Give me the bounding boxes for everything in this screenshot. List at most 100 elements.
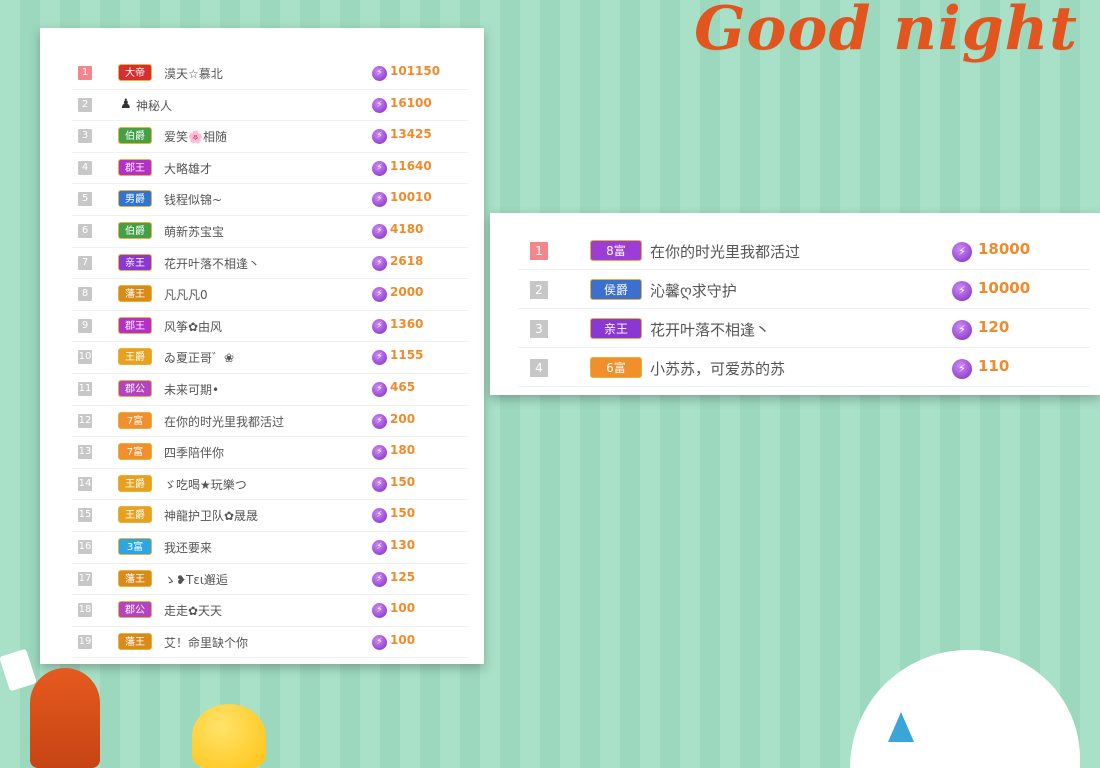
rank-number: 8 [78,287,92,302]
chick-illustration [192,704,266,768]
lightning-coin-icon: ⚡ [372,571,387,587]
score-value: 465 [390,379,416,394]
ranking-row[interactable]: 3 亲王 花开叶落不相逢丶 ⚡ 120 [518,309,1090,348]
rank-badge: 伯爵 [118,221,152,239]
rank-number: 2 [78,97,92,112]
ranking-row[interactable]: 18 郡公 走走✿天天 ⚡ 100 [72,595,468,627]
user-name[interactable]: 爱笑🌸相随 [164,128,227,145]
rank-badge: 亲王 [590,318,642,339]
rank-number: 12 [78,413,92,428]
rank-number: 1 [530,242,548,260]
rank-number: 4 [78,160,92,175]
score-value: 100 [390,632,416,647]
user-name[interactable]: 神秘人 [136,97,172,114]
ranking-row[interactable]: 2 ♟ 神秘人 ⚡ 16100 [72,90,468,122]
user-name[interactable]: 艾！命里缺个你 [164,634,248,651]
ranking-row[interactable]: 1 8富 在你的时光里我都活过 ⚡ 18000 [518,231,1090,270]
lightning-coin-icon: ⚡ [372,350,387,366]
user-name[interactable]: 钱程似锦~ [164,191,222,208]
ranking-row[interactable]: 6 伯爵 萌新苏宝宝 ⚡ 4180 [72,216,468,248]
ranking-row[interactable]: 5 男爵 钱程似锦~ ⚡ 10010 [72,184,468,216]
rank-number: 13 [78,445,92,460]
rank-badge: 郡公 [118,601,152,619]
score-value: 2000 [390,285,424,300]
rank-badge: 3富 [118,537,152,555]
score-value: 110 [978,357,1010,375]
ranking-row[interactable]: 13 7富 四季陪伴你 ⚡ 180 [72,437,468,469]
lightning-coin-icon: ⚡ [372,160,387,176]
score-value: 2618 [390,253,424,268]
rank-number: 15 [78,508,92,523]
score-value: 100 [390,601,416,616]
rank-badge: 王爵 [118,348,152,366]
rank-badge: 6富 [590,357,642,378]
user-name[interactable]: ゝ❥Tει邂逅 [164,571,228,588]
ranking-row[interactable]: 4 郡王 大略雄才 ⚡ 11640 [72,153,468,185]
lightning-coin-icon: ⚡ [372,287,387,303]
score-value: 10010 [390,190,432,205]
rank-badge: 藩王 [118,285,152,303]
ranking-row[interactable]: 7 亲王 花开叶落不相逢丶 ⚡ 2618 [72,248,468,280]
rank-badge: 男爵 [118,190,152,208]
ranking-list-right: 1 8富 在你的时光里我都活过 ⚡ 18000 2 侯爵 沁馨ღ求守护 ⚡ 10000 3 亲王 花开叶… [518,231,1090,387]
rank-number: 18 [78,603,92,618]
ranking-row[interactable]: 10 王爵 ゐ夏正哥゛❀ ⚡ 1155 [72,342,468,374]
ranking-row[interactable]: 8 藩王 凡凡凡0 ⚡ 2000 [72,279,468,311]
user-name[interactable]: 花开叶落不相逢丶 [164,255,260,272]
ranking-row[interactable]: 17 藩王 ゝ❥Tει邂逅 ⚡ 125 [72,564,468,596]
ranking-row[interactable]: 16 3富 我还要来 ⚡ 130 [72,532,468,564]
rank-number: 4 [530,359,548,377]
user-name[interactable]: 大略雄才 [164,160,212,177]
ranking-row[interactable]: 12 7富 在你的时光里我都活过 ⚡ 200 [72,406,468,438]
ranking-row[interactable]: 11 郡公 未来可期• ⚡ 465 [72,374,468,406]
score-value: 120 [978,318,1010,336]
user-name[interactable]: 神龍护卫队✿晟晟 [164,507,258,524]
ranking-row[interactable]: 1 大帝 漠天☆慕北 ⚡ 101150 [72,58,468,90]
lightning-coin-icon: ⚡ [372,445,387,461]
user-name[interactable]: 萌新苏宝宝 [164,223,224,240]
rank-number: 17 [78,571,92,586]
rank-number: 19 [78,634,92,649]
ranking-row[interactable]: 4 6富 小苏苏，可爱苏的苏 ⚡ 110 [518,348,1090,387]
user-name[interactable]: 凡凡凡0 [164,286,208,303]
rank-number: 1 [78,66,92,80]
rank-number: 16 [78,539,92,554]
ranking-row[interactable]: 14 王爵 ゞ吃喝★玩樂つ ⚡ 150 [72,469,468,501]
rank-number: 9 [78,318,92,333]
score-value: 150 [390,506,416,521]
user-name[interactable]: 未来可期• [164,381,219,398]
ranking-row[interactable]: 15 王爵 神龍护卫队✿晟晟 ⚡ 150 [72,500,468,532]
ranking-row[interactable]: 2 侯爵 沁馨ღ求守护 ⚡ 10000 [518,270,1090,309]
lightning-coin-icon: ⚡ [372,539,387,555]
ranking-row[interactable]: 9 郡王 风筝✿由风 ⚡ 1360 [72,311,468,343]
score-value: 1360 [390,316,424,331]
lightning-coin-icon: ⚡ [372,129,387,145]
rank-badge: 郡公 [118,379,152,397]
girl-illustration [30,668,100,768]
user-name[interactable]: 风筝✿由风 [164,318,222,335]
lightning-coin-icon: ⚡ [372,476,387,492]
rank-number: 6 [78,223,92,238]
ranking-row[interactable]: 3 伯爵 爱笑🌸相随 ⚡ 13425 [72,121,468,153]
lightning-coin-icon: ⚡ [952,320,972,340]
rank-badge: 藩王 [118,632,152,650]
user-name[interactable]: 四季陪伴你 [164,444,224,461]
score-value: 130 [390,537,416,552]
ranking-row[interactable]: 19 藩王 艾！命里缺个你 ⚡ 100 [72,627,468,659]
user-name[interactable]: ゞ吃喝★玩樂つ [164,476,247,493]
user-name[interactable]: 我还要来 [164,539,212,556]
rank-badge: 藩王 [118,569,152,587]
rank-badge: 王爵 [118,506,152,524]
user-name[interactable]: ゐ夏正哥゛❀ [164,349,234,366]
user-name[interactable]: 在你的时光里我都活过 [650,241,800,262]
user-name[interactable]: 花开叶落不相逢丶 [650,319,770,340]
lightning-coin-icon: ⚡ [372,381,387,397]
user-name[interactable]: 小苏苏，可爱苏的苏 [650,358,785,379]
ranking-panel-right: 1 8富 在你的时光里我都活过 ⚡ 18000 2 侯爵 沁馨ღ求守护 ⚡ 10000 3 亲王 花开叶… [490,213,1100,395]
user-name[interactable]: 漠天☆慕北 [164,65,223,82]
user-name[interactable]: 在你的时光里我都活过 [164,413,284,430]
user-name[interactable]: 走走✿天天 [164,602,222,619]
page-title: Good night [694,0,1078,64]
rank-badge: 侯爵 [590,279,642,300]
user-name[interactable]: 沁馨ღ求守护 [650,280,737,301]
